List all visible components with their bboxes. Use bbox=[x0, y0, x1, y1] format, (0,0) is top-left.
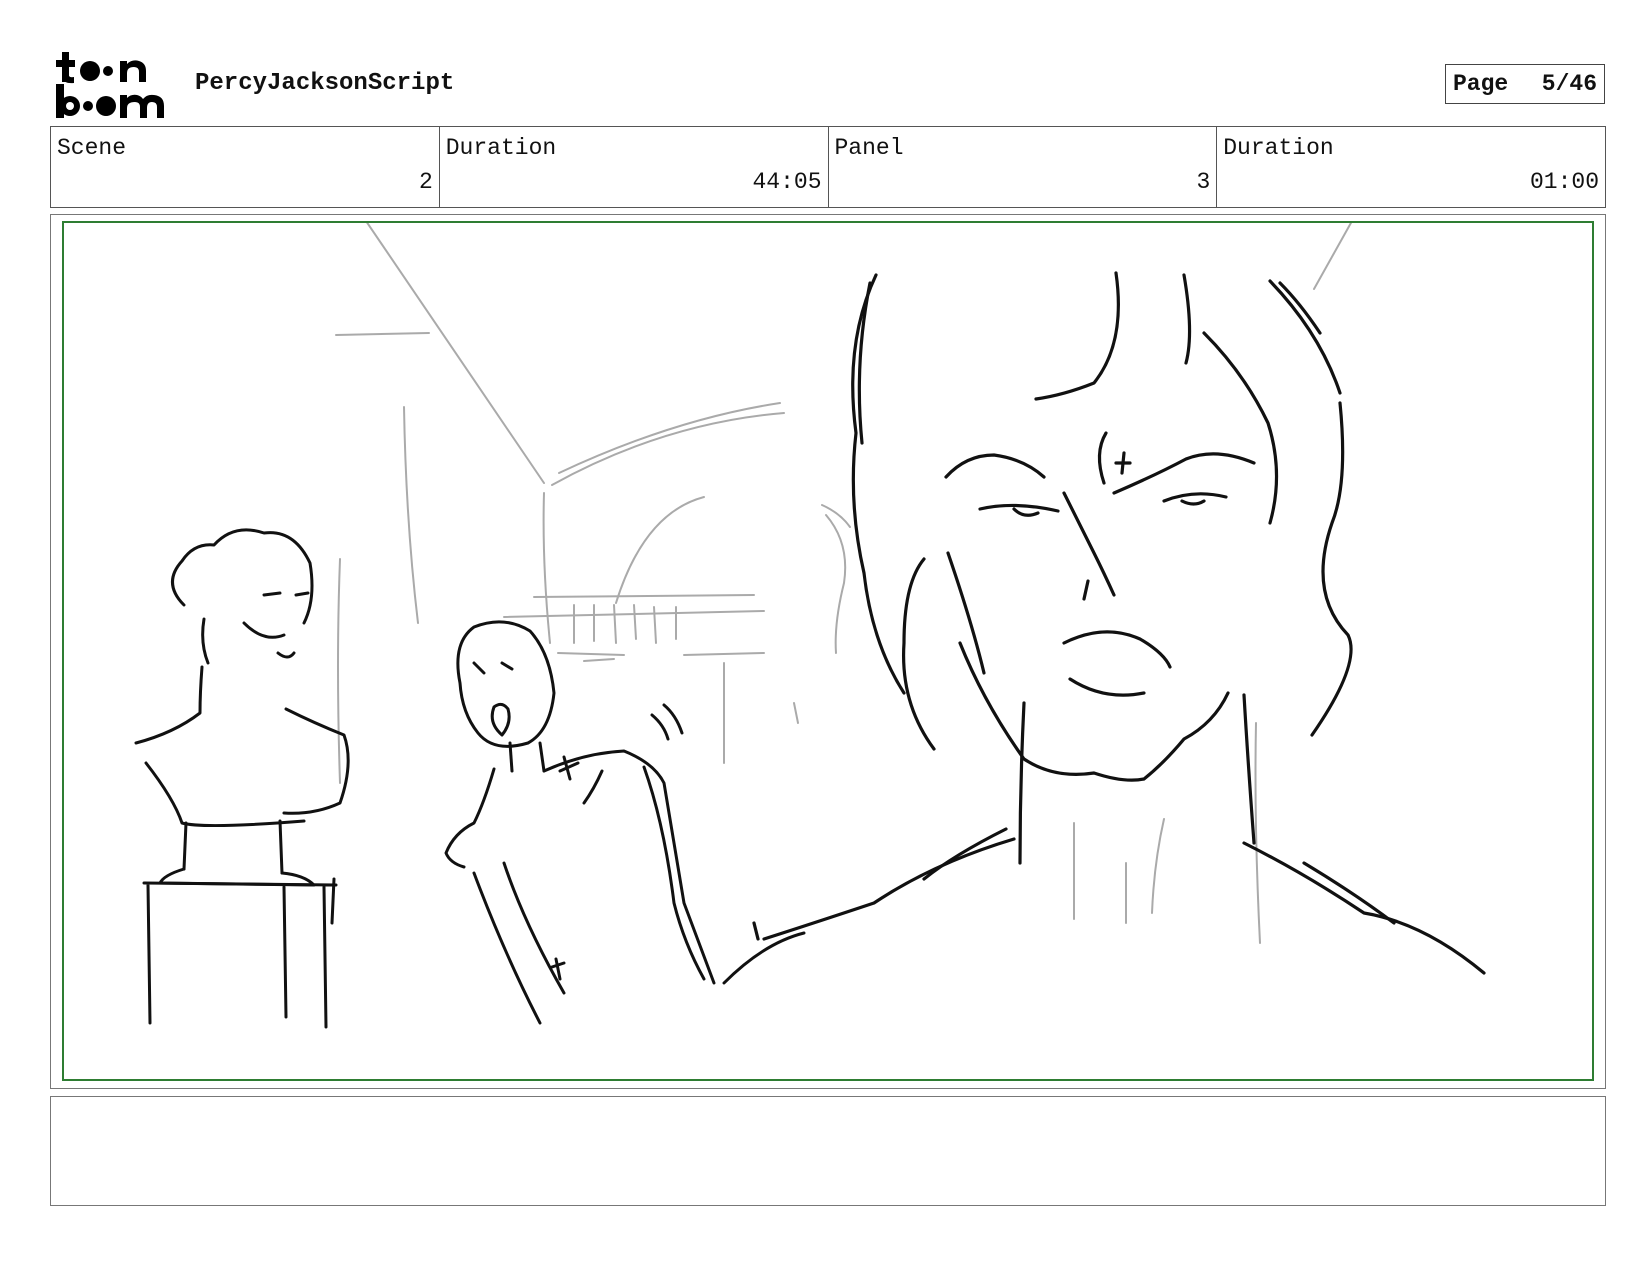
page-label: Page bbox=[1453, 71, 1509, 97]
scene-label: Scene bbox=[57, 135, 127, 161]
panel-label: Panel bbox=[834, 135, 904, 161]
panel-duration-label: Duration bbox=[1223, 135, 1334, 161]
scene-duration-cell: Duration 44:05 bbox=[440, 127, 829, 207]
project-title: PercyJacksonScript bbox=[195, 70, 455, 97]
scene-info-table: Scene 2 Duration 44:05 Panel 3 Duration … bbox=[50, 126, 1606, 208]
dialogue-box bbox=[50, 1096, 1606, 1206]
panel-duration-cell: Duration 01:00 bbox=[1217, 127, 1605, 207]
panel-duration-value: 01:00 bbox=[1529, 169, 1599, 195]
scene-value: 2 bbox=[418, 169, 433, 195]
panel-cell: Panel 3 bbox=[829, 127, 1218, 207]
scene-duration-value: 44:05 bbox=[752, 169, 822, 195]
toon-boom-logo bbox=[54, 50, 172, 120]
panel-value: 3 bbox=[1196, 169, 1211, 195]
logo-icon bbox=[56, 52, 164, 118]
page-indicator: Page 5/46 bbox=[1445, 64, 1605, 104]
scene-cell: Scene 2 bbox=[51, 127, 440, 207]
scene-duration-label: Duration bbox=[445, 135, 557, 161]
storyboard-panel bbox=[62, 221, 1594, 1081]
storyboard-sketch-icon bbox=[134, 223, 1486, 1029]
page-number: 5/46 bbox=[1541, 71, 1597, 97]
